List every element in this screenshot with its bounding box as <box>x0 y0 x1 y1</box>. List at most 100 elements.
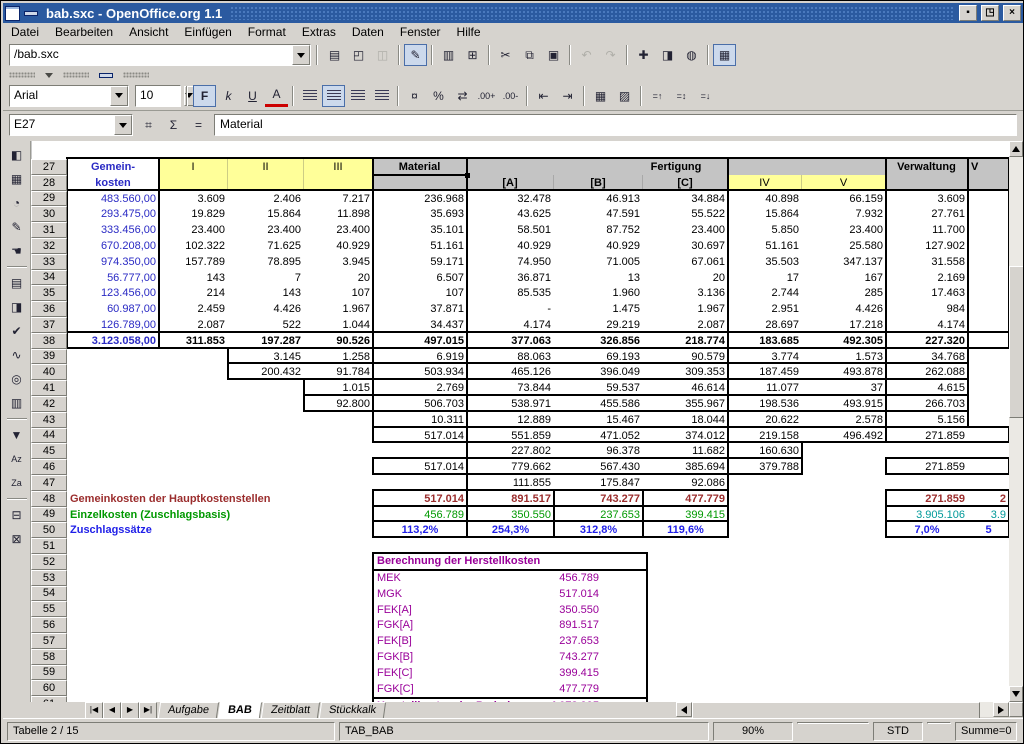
cell-J38[interactable]: 492.305 <box>802 333 886 349</box>
cell-A34[interactable]: 56.777,00 <box>67 270 159 286</box>
cell-G29[interactable]: 46.913 <box>554 191 643 207</box>
cell-A50[interactable]: Zuschlagssätze <box>67 522 373 538</box>
cell-A33[interactable]: 974.350,00 <box>67 254 159 270</box>
cell-A30[interactable]: 293.475,00 <box>67 206 159 222</box>
row-header-48[interactable]: 48 <box>31 491 67 507</box>
edit-file-icon[interactable]: ✎ <box>404 44 427 66</box>
cell-G34[interactable]: 13 <box>554 270 643 286</box>
cell-I46[interactable]: 379.788 <box>728 459 802 475</box>
row-header-41[interactable]: 41 <box>31 380 67 396</box>
font-size-value[interactable]: 10 <box>136 86 184 106</box>
cell-F37[interactable]: 4.174 <box>467 317 554 333</box>
cell-A49[interactable]: Einzelkosten (Zuschlagsbasis) <box>67 507 373 523</box>
cell-F32[interactable]: 40.929 <box>467 238 554 254</box>
align-bottom-icon[interactable]: =↓ <box>694 85 717 107</box>
row-header-61[interactable]: 61 <box>31 696 67 702</box>
cell-F39[interactable]: 88.063 <box>467 349 554 365</box>
row-header-52[interactable]: 52 <box>31 554 67 570</box>
sheet-tab-aufgabe[interactable]: Aufgabe <box>158 702 219 718</box>
url-dropdown-icon[interactable] <box>292 45 310 65</box>
cell-F30[interactable]: 43.625 <box>467 206 554 222</box>
cell-C30[interactable]: 15.864 <box>228 206 304 222</box>
cell-E50[interactable]: 113,2% <box>373 522 467 538</box>
delete-decimal-icon[interactable]: .00- <box>499 85 522 107</box>
cell-H42[interactable]: 355.967 <box>643 396 728 412</box>
row-header-27[interactable]: 27 <box>31 159 67 175</box>
row-header-55[interactable]: 55 <box>31 601 67 617</box>
cell-E36[interactable]: 37.871 <box>373 301 467 317</box>
spellcheck-icon[interactable]: ✔ <box>5 319 29 342</box>
cell-I30[interactable]: 15.864 <box>728 206 802 222</box>
underline-icon[interactable]: U <box>241 85 264 107</box>
font-color-icon[interactable]: A <box>265 85 288 107</box>
cell-H46[interactable]: 385.694 <box>643 459 728 475</box>
row-header-47[interactable]: 47 <box>31 475 67 491</box>
cell-J43[interactable]: 2.578 <box>802 412 886 428</box>
selected-cell-outline[interactable] <box>372 157 468 176</box>
sum-icon[interactable]: Σ <box>162 114 185 136</box>
cell-G40[interactable]: 396.049 <box>554 364 643 380</box>
cell-E43[interactable]: 10.311 <box>373 412 467 428</box>
increase-indent-icon[interactable]: ⇥ <box>556 85 579 107</box>
cell-G28[interactable]: [B] <box>554 175 643 191</box>
insert-cells-icon[interactable]: ▦ <box>5 167 29 190</box>
sheet-tab-bab[interactable]: BAB <box>218 702 262 718</box>
cell-H45[interactable]: 11.682 <box>643 443 728 459</box>
cell-C33[interactable]: 78.895 <box>228 254 304 270</box>
cell-C28[interactable] <box>228 175 304 191</box>
cell-I36[interactable]: 2.951 <box>728 301 802 317</box>
cell-J34[interactable]: 167 <box>802 270 886 286</box>
row-header-51[interactable]: 51 <box>31 538 67 554</box>
cell-G30[interactable]: 47.591 <box>554 206 643 222</box>
cell-H30[interactable]: 55.522 <box>643 206 728 222</box>
cell-G47[interactable]: 175.847 <box>554 475 643 491</box>
cell-I40[interactable]: 187.459 <box>728 364 802 380</box>
cell-C35[interactable]: 143 <box>228 285 304 301</box>
sort-ascending-icon[interactable]: Az <box>5 447 29 470</box>
form-functions-icon[interactable]: ☚ <box>5 239 29 262</box>
cell-J35[interactable]: 285 <box>802 285 886 301</box>
cell-J41[interactable]: 37 <box>802 380 886 396</box>
cell-E37[interactable]: 34.437 <box>373 317 467 333</box>
cell-B27[interactable]: I <box>159 159 228 175</box>
spreadsheet-grid[interactable]: ABCDEFGHIJK27282930313233343536373839404… <box>31 141 1009 702</box>
group-icon[interactable]: ⊟ <box>5 503 29 526</box>
cell-J36[interactable]: 4.426 <box>802 301 886 317</box>
vertical-scroll-thumb[interactable] <box>1009 266 1023 418</box>
cell-F29[interactable]: 32.478 <box>467 191 554 207</box>
borders-icon[interactable]: ▦ <box>589 85 612 107</box>
cell-E33[interactable]: 59.171 <box>373 254 467 270</box>
maximize-button[interactable]: ◳ <box>981 5 999 21</box>
italic-icon[interactable]: k <box>217 85 240 107</box>
row-header-31[interactable]: 31 <box>31 222 67 238</box>
cell-G43[interactable]: 15.467 <box>554 412 643 428</box>
first-sheet-button[interactable]: |◀ <box>85 702 103 719</box>
cell-I29[interactable]: 40.898 <box>728 191 802 207</box>
cell-K28[interactable] <box>886 175 968 191</box>
cell-J29[interactable]: 66.159 <box>802 191 886 207</box>
sheet-tab-zeitblatt[interactable]: Zeitblatt <box>261 702 320 718</box>
find-replace-icon[interactable]: ◎ <box>5 367 29 390</box>
cell-L48[interactable]: 2 <box>968 491 1009 507</box>
cell-K33[interactable]: 31.558 <box>886 254 968 270</box>
cell-E46[interactable]: 517.014 <box>373 459 467 475</box>
cell-G31[interactable]: 87.752 <box>554 222 643 238</box>
align-left-icon[interactable] <box>298 85 321 107</box>
row-header-35[interactable]: 35 <box>31 285 67 301</box>
cell-J42[interactable]: 493.915 <box>802 396 886 412</box>
stylist-icon[interactable]: ◨ <box>656 44 679 66</box>
cell-K29[interactable]: 3.609 <box>886 191 968 207</box>
cell-K36[interactable]: 984 <box>886 301 968 317</box>
cell-H28[interactable]: [C] <box>643 175 728 191</box>
cell-F41[interactable]: 73.844 <box>467 380 554 396</box>
cell-E44[interactable]: 517.014 <box>373 428 467 444</box>
cell-G46[interactable]: 567.430 <box>554 459 643 475</box>
cell-E29[interactable]: 236.968 <box>373 191 467 207</box>
row-header-58[interactable]: 58 <box>31 649 67 665</box>
cell-C40[interactable]: 200.432 <box>228 364 304 380</box>
data-sources-icon[interactable]: ▥ <box>5 391 29 414</box>
cell-J44[interactable]: 496.492 <box>802 428 886 444</box>
cell-G44[interactable]: 471.052 <box>554 428 643 444</box>
menu-item-format[interactable]: Format <box>240 24 294 40</box>
cell-A28[interactable]: kosten <box>67 175 159 191</box>
